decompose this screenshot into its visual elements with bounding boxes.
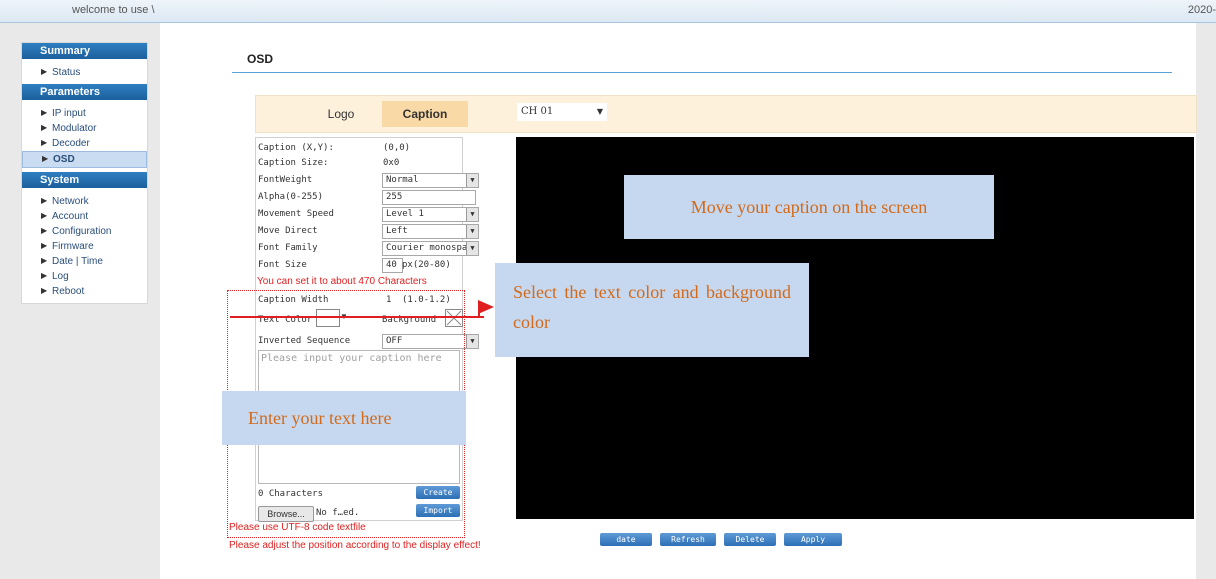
triangle-right-icon: ▶ [41, 196, 48, 205]
chars-note: You can set it to about 470 Characters [257, 276, 427, 287]
sidebar-item-modulator[interactable]: ▶ Modulator [22, 121, 147, 136]
movement-speed-label: Movement Speed [258, 209, 334, 219]
font-family-select[interactable]: Courier monospac ▼ [382, 241, 479, 256]
font-size-label: Font Size [258, 260, 307, 270]
sidebar-item-osd[interactable]: ▶ OSD [22, 151, 147, 168]
chevron-down-icon: ▼ [466, 335, 478, 348]
sidebar-item-label: Firmware [52, 241, 94, 252]
sidebar-item-label: Account [52, 211, 89, 222]
sidebar-item-label: Reboot [52, 286, 85, 297]
tab-caption[interactable]: Caption [382, 101, 468, 127]
chevron-down-icon: ▼ [466, 225, 478, 238]
sidebar-item-reboot[interactable]: ▶ Reboot [22, 284, 147, 299]
arrow-line [230, 316, 484, 318]
sidebar-item-label: Modulator [52, 123, 97, 134]
sidebar-item-decoder[interactable]: ▶ Decoder [22, 136, 147, 151]
sidebar-item-status[interactable]: ▶ Status [22, 65, 147, 80]
right-column [1196, 23, 1216, 579]
move-direct-label: Move Direct [258, 226, 318, 236]
annotation-select: Select the text color and background col… [495, 263, 809, 357]
sidebar-item-log[interactable]: ▶ Log [22, 269, 147, 284]
chevron-down-icon: ▼ [596, 107, 603, 116]
font-weight-value: Normal [386, 175, 419, 185]
font-size-input[interactable]: 40 [382, 258, 403, 273]
annotation-enter: Enter your text here [222, 391, 466, 445]
alpha-label: Alpha(0-255) [258, 192, 324, 202]
sidebar-item-firmware[interactable]: ▶ Firmware [22, 239, 147, 254]
font-weight-label: FontWeight [258, 175, 313, 185]
caption-xy-value: (0,0) [383, 143, 411, 153]
font-weight-select[interactable]: Normal ▼ [382, 173, 479, 188]
triangle-right-icon: ▶ [41, 211, 48, 220]
sidebar-item-label: Configuration [52, 226, 112, 237]
sidebar-item-label: IP input [52, 108, 86, 119]
chevron-down-icon: ▼ [466, 208, 478, 221]
sidebar-item-label: Decoder [52, 138, 90, 149]
caption-xy-label: Caption (X,Y): [258, 143, 334, 153]
osd-tab-bar: Logo Caption CH 01 ▼ [255, 95, 1197, 133]
movement-speed-select[interactable]: Level 1 ▼ [382, 207, 479, 222]
sidebar-item-label: Log [52, 271, 69, 282]
triangle-right-icon: ▶ [42, 154, 49, 163]
delete-button[interactable]: Delete [724, 533, 776, 546]
move-direct-value: Left [386, 226, 408, 236]
page-title: OSD [247, 52, 274, 66]
triangle-right-icon: ▶ [41, 138, 48, 147]
font-family-value: Courier monospac [386, 243, 473, 253]
alpha-input[interactable]: 255 [382, 190, 476, 205]
triangle-right-icon: ▶ [41, 241, 48, 250]
refresh-button[interactable]: Refresh [660, 533, 716, 546]
apply-button[interactable]: Apply [784, 533, 842, 546]
chevron-down-icon: ▼ [466, 174, 478, 187]
font-family-label: Font Family [258, 243, 318, 253]
welcome-text: welcome to use \ [72, 4, 155, 16]
sidebar-item-label: Network [52, 196, 89, 207]
channel-select[interactable]: CH 01 ▼ [517, 103, 607, 121]
triangle-right-icon: ▶ [41, 67, 48, 76]
sidebar-item-configuration[interactable]: ▶ Configuration [22, 224, 147, 239]
sidebar-item-date-time[interactable]: ▶ Date | Time [22, 254, 147, 269]
triangle-right-icon: ▶ [41, 286, 48, 295]
sidebar-nav: Summary ▶ Status Parameters ▶ IP input ▶ Mo… [21, 42, 148, 304]
top-bar: welcome to use \ 2020- [0, 0, 1216, 23]
tab-logo[interactable]: Logo [298, 101, 384, 127]
movement-speed-value: Level 1 [386, 209, 424, 219]
caption-size-value: 0x0 [383, 158, 400, 168]
sidebar-item-network[interactable]: ▶ Network [22, 194, 147, 209]
triangle-right-icon: ▶ [41, 123, 48, 132]
date-button[interactable]: date [600, 533, 652, 546]
title-divider [232, 72, 1172, 73]
triangle-right-icon: ▶ [41, 271, 48, 280]
caption-size-label: Caption Size: [258, 158, 329, 168]
sidebar-item-label: OSD [53, 154, 75, 165]
nav-section-summary: Summary [22, 43, 147, 59]
channel-select-value: CH 01 [521, 106, 554, 117]
chevron-down-icon: ▼ [466, 242, 478, 255]
nav-section-system: System [22, 172, 147, 188]
sidebar-item-label: Date | Time [52, 256, 103, 267]
triangle-right-icon: ▶ [41, 108, 48, 117]
triangle-right-icon: ▶ [41, 256, 48, 265]
font-size-hint: px(20-80) [402, 260, 451, 270]
triangle-right-icon: ▶ [41, 226, 48, 235]
header-date: 2020- [1187, 4, 1216, 16]
arrow-connector [478, 305, 480, 317]
adjust-note: Please adjust the position according to … [229, 540, 481, 551]
sidebar-item-account[interactable]: ▶ Account [22, 209, 147, 224]
annotation-move: Move your caption on the screen [624, 175, 994, 239]
move-direct-select[interactable]: Left ▼ [382, 224, 479, 239]
sidebar-item-ip-input[interactable]: ▶ IP input [22, 106, 147, 121]
sidebar-item-label: Status [52, 67, 81, 78]
nav-section-parameters: Parameters [22, 84, 147, 100]
